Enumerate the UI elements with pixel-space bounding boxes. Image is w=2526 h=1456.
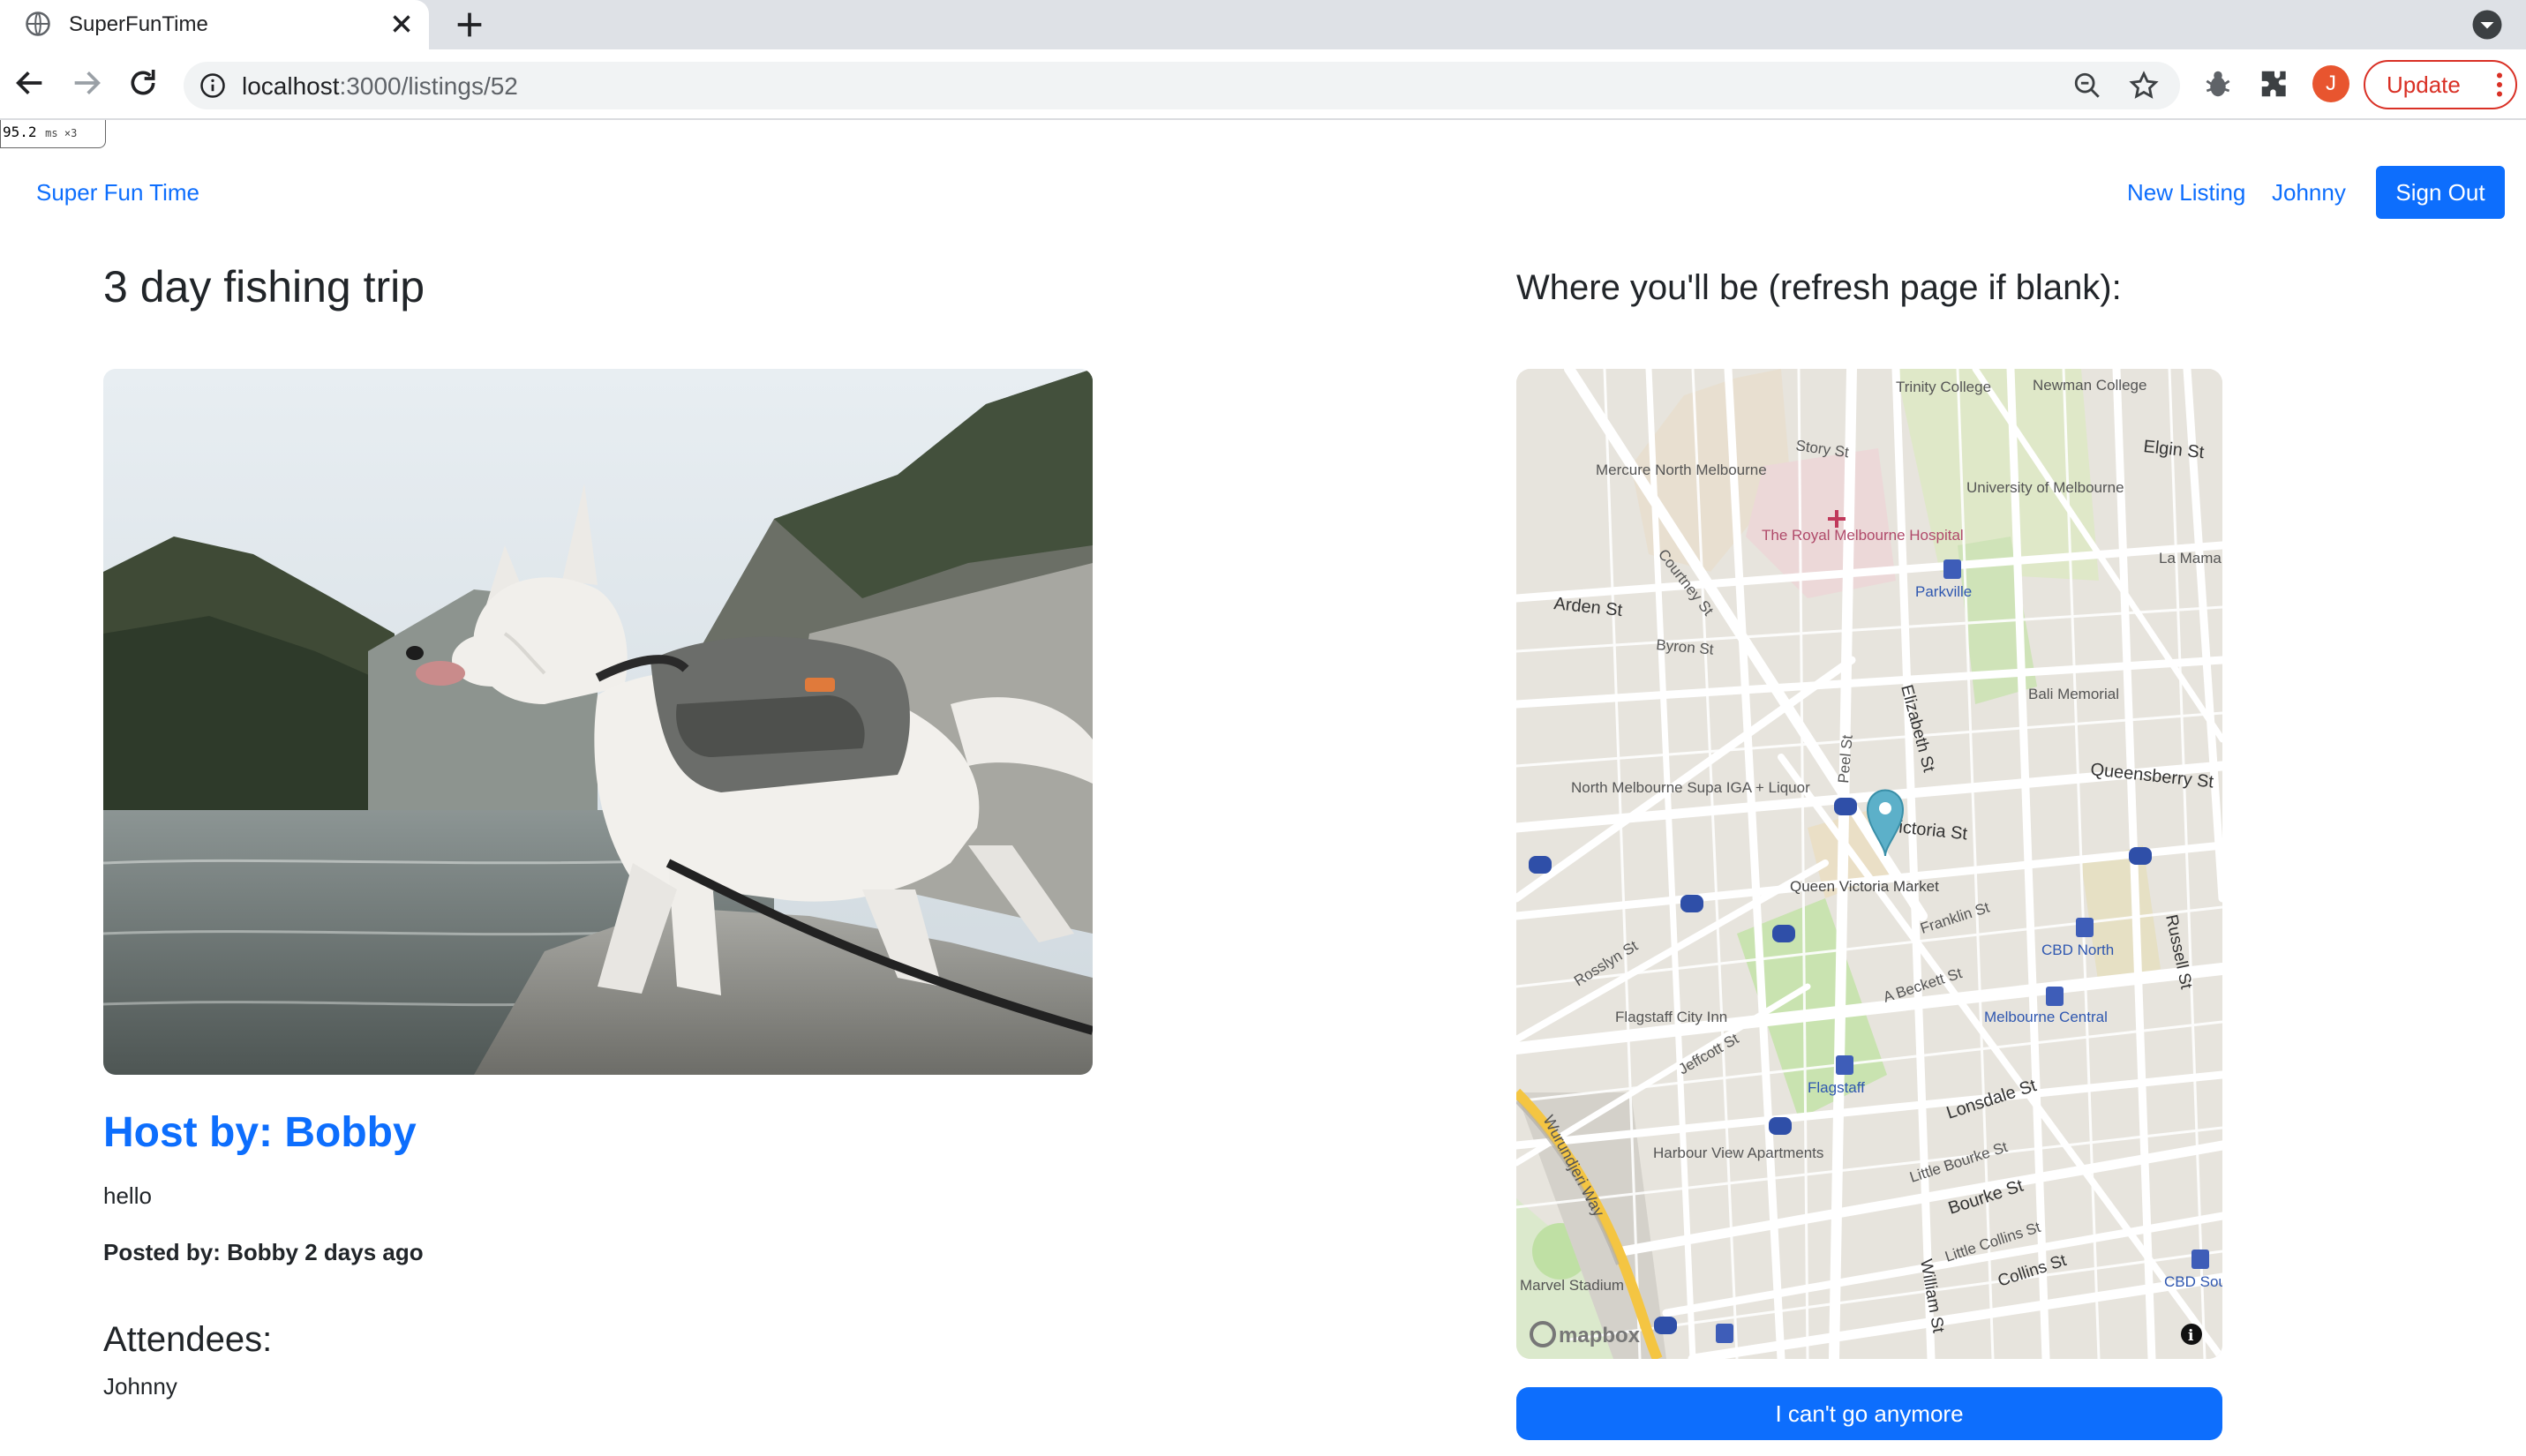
svg-text:mapbox: mapbox <box>1559 1324 1641 1347</box>
new-tab-plus-icon[interactable] <box>452 7 487 42</box>
user-link[interactable]: Johnny <box>2272 179 2346 206</box>
map-label: Trinity College <box>1896 379 1991 395</box>
listing-description: hello <box>103 1182 152 1209</box>
posted-by-text: Posted by: Bobby 2 days ago <box>103 1239 424 1265</box>
cant-go-button[interactable]: I can't go anymore <box>1516 1387 2222 1440</box>
close-icon[interactable] <box>387 9 417 39</box>
back-arrow-icon[interactable] <box>12 65 48 101</box>
bookmark-star-icon[interactable] <box>2129 71 2159 101</box>
listing-photo <box>103 369 1093 1075</box>
browser-toolbar: localhost:3000/listings/52 J Update <box>0 49 2526 120</box>
brand-link[interactable]: Super Fun Time <box>36 179 199 206</box>
perf-badge: 95.2 ms ×3 <box>0 120 106 148</box>
site-info-icon[interactable] <box>199 72 226 99</box>
profile-avatar[interactable]: J <box>2312 65 2349 102</box>
bug-extension-icon[interactable] <box>2201 67 2235 101</box>
forward-arrow-icon[interactable] <box>69 65 104 101</box>
map-label: University of Melbourne <box>1966 479 2124 496</box>
tab-search-chevron-icon[interactable] <box>2471 9 2503 41</box>
host-name-heading[interactable]: Host by: Bobby <box>103 1108 417 1157</box>
map-label: CBD North <box>2041 942 2114 958</box>
map-label: Queen Victoria Market <box>1790 878 1939 895</box>
map-label: Flagstaff City Inn <box>1615 1009 1727 1025</box>
reload-icon[interactable] <box>125 65 161 101</box>
map-label: Parkville <box>1915 583 1972 600</box>
map-label: The Royal Melbourne Hospital <box>1762 527 1964 544</box>
browser-tab[interactable]: SuperFunTime <box>0 0 429 49</box>
map-label: Melbourne Central <box>1984 1009 2108 1025</box>
extensions-puzzle-icon[interactable] <box>2258 67 2291 101</box>
location-map[interactable]: Trinity College Newman College Story St … <box>1516 369 2222 1359</box>
map-label: North Melbourne Supa IGA + Liquor <box>1571 779 1810 796</box>
map-label: CBD South <box>2164 1273 2222 1290</box>
browser-tab-strip: SuperFunTime <box>0 0 2526 49</box>
svg-text:i: i <box>2188 1327 2194 1345</box>
new-listing-link[interactable]: New Listing <box>2127 179 2245 206</box>
map-label: Flagstaff <box>1808 1079 1865 1096</box>
address-bar[interactable]: localhost:3000/listings/52 <box>184 62 2180 109</box>
map-label: Bali Memorial <box>2028 686 2119 702</box>
kebab-menu-icon <box>2496 72 2503 97</box>
sign-out-button[interactable]: Sign Out <box>2376 166 2505 219</box>
map-info-icon[interactable]: i <box>2181 1324 2202 1345</box>
url-text: localhost:3000/listings/52 <box>242 72 518 100</box>
dog-by-lake-image <box>103 369 1093 1075</box>
map-label: Marvel Stadium <box>1520 1277 1624 1294</box>
attendee-item: Johnny <box>103 1373 177 1400</box>
map-canvas[interactable]: Trinity College Newman College Story St … <box>1516 369 2222 1359</box>
update-label: Update <box>2387 71 2461 98</box>
map-label: Mercure North Melbourne <box>1596 462 1767 478</box>
map-label: La Mama <box>2159 550 2222 567</box>
listing-title: 3 day fishing trip <box>103 262 425 311</box>
map-label: Newman College <box>2033 377 2146 394</box>
update-button[interactable]: Update <box>2364 60 2517 109</box>
map-label: Harbour View Apartments <box>1653 1145 1823 1161</box>
attendees-heading: Attendees: <box>103 1320 273 1359</box>
tab-title: SuperFunTime <box>69 12 208 36</box>
map-heading: Where you'll be (refresh page if blank): <box>1516 268 2122 307</box>
zoom-out-icon[interactable] <box>2072 71 2102 101</box>
globe-icon <box>26 11 50 36</box>
